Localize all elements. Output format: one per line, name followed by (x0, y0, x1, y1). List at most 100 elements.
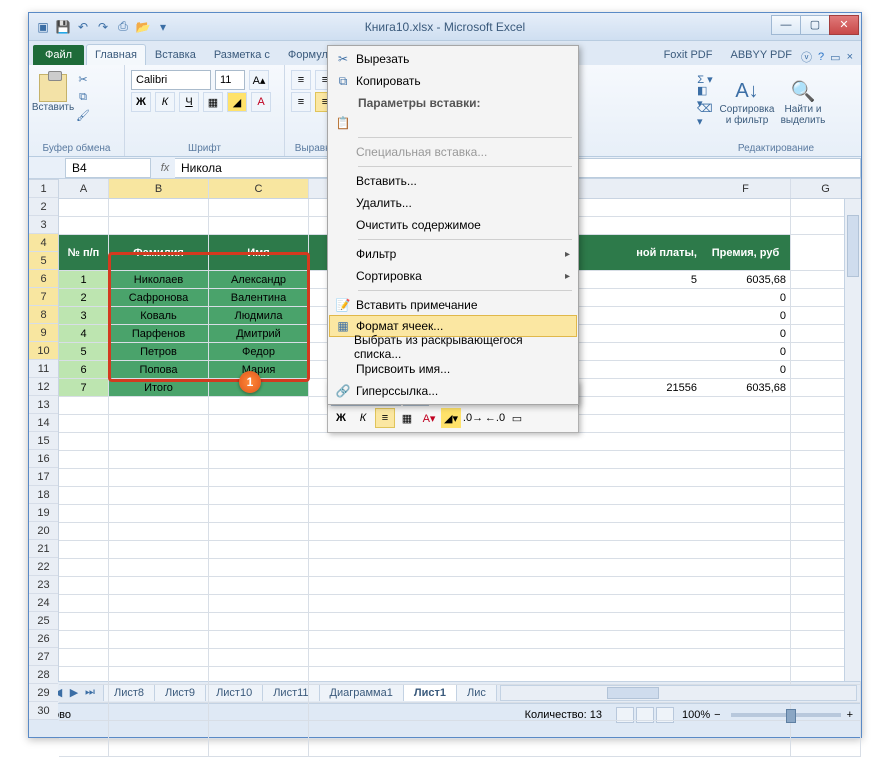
cell[interactable] (701, 721, 791, 739)
font-color-button[interactable]: A (251, 92, 271, 112)
cell[interactable] (701, 415, 791, 433)
cell-num[interactable]: 2 (59, 289, 109, 307)
cell-name[interactable]: Валентина (209, 289, 309, 307)
cell-name[interactable]: Федор (209, 343, 309, 361)
fill-color-button[interactable]: ◢ (227, 92, 247, 112)
cell[interactable] (701, 433, 791, 451)
cell[interactable] (109, 487, 209, 505)
cell-bonus[interactable]: 6035,68 (701, 271, 791, 289)
cell[interactable] (59, 199, 109, 217)
cell[interactable] (59, 721, 109, 739)
ctx-insert-comment[interactable]: 📝 Вставить примечание (330, 294, 576, 316)
ctx-define-name[interactable]: Присвоить имя... (330, 358, 576, 380)
cell-bonus[interactable]: 0 (701, 325, 791, 343)
tab-home[interactable]: Главная (86, 44, 146, 65)
cell[interactable] (701, 451, 791, 469)
cell[interactable] (209, 469, 309, 487)
row-header-16[interactable]: 16 (29, 450, 58, 468)
cell[interactable] (59, 523, 109, 541)
row-header-12[interactable]: 12 (29, 378, 58, 396)
cell[interactable] (59, 703, 109, 721)
cell[interactable] (309, 703, 701, 721)
cell[interactable] (309, 631, 701, 649)
align-left-icon[interactable]: ≡ (291, 92, 311, 112)
cell[interactable] (109, 649, 209, 667)
cell-num[interactable]: 3 (59, 307, 109, 325)
cell[interactable] (59, 559, 109, 577)
cell[interactable] (309, 469, 701, 487)
cell[interactable] (209, 703, 309, 721)
cell[interactable] (209, 685, 309, 703)
cell[interactable] (59, 505, 109, 523)
cell[interactable] (701, 595, 791, 613)
row-header-15[interactable]: 15 (29, 432, 58, 450)
cell[interactable] (59, 397, 109, 415)
cell[interactable] (209, 559, 309, 577)
find-select-button[interactable]: 🔍 Найти и выделить (775, 69, 831, 135)
cell[interactable] (59, 649, 109, 667)
column-header-C[interactable]: C (209, 179, 309, 198)
cell-num[interactable]: 6 (59, 361, 109, 379)
cell[interactable] (701, 487, 791, 505)
row-header-22[interactable]: 22 (29, 558, 58, 576)
mini-decrease-decimal-icon[interactable]: ←.0 (485, 408, 505, 428)
cell-name[interactable]: Людмила (209, 307, 309, 325)
row-header-9[interactable]: 9 (29, 324, 58, 342)
cell-bonus[interactable]: 0 (701, 361, 791, 379)
row-header-30[interactable]: 30 (29, 702, 58, 720)
row-header-13[interactable]: 13 (29, 396, 58, 414)
mini-font-color-button[interactable]: A▾ (419, 408, 439, 428)
row-header-4[interactable]: 4 (29, 234, 58, 252)
mini-align-center-button[interactable]: ≡ (375, 408, 395, 428)
cell-num[interactable]: 7 (59, 379, 109, 397)
cell[interactable] (701, 577, 791, 595)
file-tab[interactable]: Файл (33, 45, 84, 65)
cell[interactable] (309, 505, 701, 523)
row-header-6[interactable]: 6 (29, 270, 58, 288)
row-header-2[interactable]: 2 (29, 198, 58, 216)
table-header[interactable]: Фамилия (109, 235, 209, 271)
cell[interactable] (209, 397, 309, 415)
ctx-clear[interactable]: Очистить содержимое (330, 214, 576, 236)
cell[interactable] (309, 541, 701, 559)
cell[interactable] (791, 739, 861, 757)
cell[interactable] (701, 667, 791, 685)
cell[interactable] (109, 739, 209, 757)
cell[interactable] (109, 469, 209, 487)
mini-borders-button[interactable]: ▦ (397, 408, 417, 428)
tab-page-layout[interactable]: Разметка с (205, 44, 279, 65)
row-header-20[interactable]: 20 (29, 522, 58, 540)
column-header-B[interactable]: B (109, 179, 209, 198)
cell[interactable] (109, 433, 209, 451)
cell[interactable] (309, 487, 701, 505)
cell[interactable] (209, 631, 309, 649)
cell-bonus[interactable]: 0 (701, 343, 791, 361)
ctx-pick-from-list[interactable]: Выбрать из раскрывающегося списка... (330, 336, 576, 358)
row-header-10[interactable]: 10 (29, 342, 58, 360)
column-header-F[interactable]: F (701, 179, 791, 198)
cell[interactable] (209, 649, 309, 667)
cell[interactable] (59, 739, 109, 757)
cell[interactable] (209, 739, 309, 757)
cell[interactable] (59, 415, 109, 433)
tab-insert[interactable]: Вставка (146, 44, 205, 65)
cell-num[interactable]: 5 (59, 343, 109, 361)
ctx-cut[interactable]: ✂ Вырезать (330, 48, 576, 70)
row-header-21[interactable]: 21 (29, 540, 58, 558)
mini-bold-button[interactable]: Ж (331, 408, 351, 428)
mini-italic-button[interactable]: К (353, 408, 373, 428)
borders-button[interactable]: ▦ (203, 92, 223, 112)
cell[interactable] (701, 199, 791, 217)
workbook-close-icon[interactable]: × (847, 51, 853, 63)
ctx-paste-option[interactable]: 📋 (330, 112, 576, 134)
cell[interactable] (209, 487, 309, 505)
ctx-hyperlink[interactable]: 🔗 Гиперссылка... (330, 380, 576, 402)
cell[interactable] (209, 433, 309, 451)
cell[interactable] (109, 703, 209, 721)
clear-icon[interactable]: ⌫ ▾ (697, 107, 713, 123)
cell[interactable] (309, 649, 701, 667)
cell-surname[interactable]: Сафронова (109, 289, 209, 307)
help-icon[interactable]: ? (818, 51, 824, 63)
cell[interactable] (59, 487, 109, 505)
cell[interactable] (109, 631, 209, 649)
